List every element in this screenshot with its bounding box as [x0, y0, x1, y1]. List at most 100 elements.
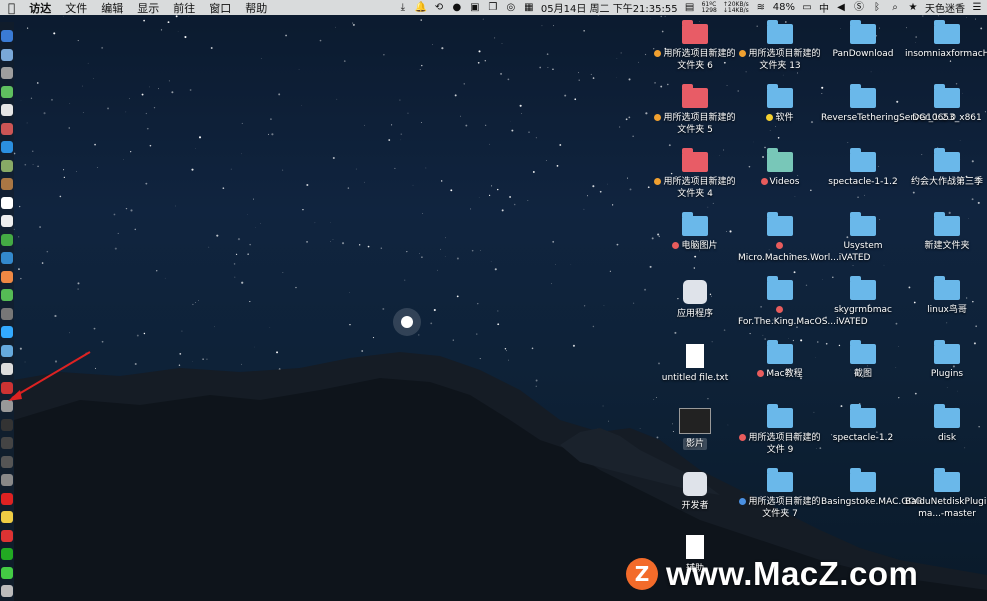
dock-app-icon[interactable] — [1, 344, 13, 357]
fan-speed: 1298 — [701, 6, 717, 14]
globe-icon[interactable]: ◎ — [505, 2, 517, 13]
desktop-item[interactable]: BaiduNetdiskPlugin-ma...-master — [905, 468, 987, 520]
menu-window[interactable]: 窗口 — [209, 0, 231, 16]
menu-go[interactable]: 前往 — [173, 0, 195, 16]
download-icon[interactable]: ⤓ — [397, 2, 409, 13]
dock-app-icon[interactable] — [1, 566, 13, 579]
sync-icon[interactable]: ⟲ — [433, 2, 445, 13]
window-icon[interactable]: ▤ — [684, 2, 696, 13]
desktop-item-label: Basingstoke.MAC.GOG — [821, 496, 922, 508]
net-down: ↓14KB/s — [722, 6, 749, 14]
dock-app-icon[interactable] — [1, 326, 13, 338]
dock-app-icon[interactable] — [1, 363, 13, 375]
desktop-item[interactable]: 用所选项目新建的文件 9 — [738, 404, 822, 456]
desktop-item[interactable]: 影片 — [653, 408, 737, 450]
menu-edit[interactable]: 编辑 — [101, 0, 123, 16]
datetime[interactable]: 05月14日 周二 下午21:35:55 — [541, 0, 678, 15]
menu-file[interactable]: 文件 — [65, 0, 87, 16]
input-method[interactable]: 中 — [819, 0, 829, 15]
desktop-item[interactable]: disk — [905, 404, 987, 444]
calendar-icon[interactable]: ▦ — [523, 2, 535, 13]
dock-app-icon[interactable] — [1, 585, 13, 597]
dock-app-icon[interactable] — [1, 529, 13, 542]
desktop-item[interactable]: untitled file.txt — [653, 344, 737, 384]
dock-app-icon[interactable] — [1, 270, 13, 283]
desktop-item[interactable]: PanDownload — [821, 20, 905, 60]
desktop-item[interactable]: spectacle-1.2 — [821, 404, 905, 444]
dock-app-icon[interactable] — [1, 418, 13, 431]
desktop-item[interactable]: 用所选项目新建的文件夹 5 — [653, 84, 737, 136]
dock-app-icon[interactable] — [1, 400, 13, 412]
bell-icon[interactable]: 🔔 — [415, 2, 427, 13]
folder-icon — [682, 148, 708, 172]
dock-app-icon[interactable] — [1, 215, 13, 227]
desktop-item[interactable]: Plugins — [905, 340, 987, 380]
desktop-item[interactable]: 新建文件夹 — [905, 212, 987, 252]
dock-app-icon[interactable] — [1, 474, 13, 486]
dock-app-icon[interactable] — [1, 30, 13, 42]
battery-icon[interactable]: ▭ — [801, 2, 813, 13]
desktop-item[interactable]: DG10653_x861 — [905, 84, 987, 124]
dock-app-icon[interactable] — [1, 159, 13, 172]
dock-app-icon[interactable] — [1, 67, 13, 79]
dock-app-icon[interactable] — [1, 437, 13, 449]
desktop-item[interactable]: ReverseTetheringServer_1.2.0 — [821, 84, 956, 124]
dock-app-icon[interactable] — [1, 252, 13, 264]
bluetooth-icon[interactable]: ᛒ — [871, 2, 883, 13]
desktop-item[interactable]: 开发者 — [653, 472, 737, 512]
desktop-item[interactable]: spectacle-1-1.2 — [821, 148, 905, 188]
dock-app-icon[interactable] — [1, 289, 13, 301]
desktop-item[interactable]: 应用程序 — [653, 280, 737, 320]
app-s-icon[interactable]: Ⓢ — [853, 2, 865, 13]
desktop-item[interactable]: For.The.King.MacOS...iVATED — [738, 276, 868, 328]
crop-icon[interactable]: ▣ — [469, 2, 481, 13]
desktop-item[interactable]: 约会大作战第三季 — [905, 148, 987, 188]
battery-percent[interactable]: 48% — [773, 2, 795, 13]
user-name[interactable]: 天色迷香 — [925, 0, 965, 15]
desktop-item[interactable]: Basingstoke.MAC.GOG — [821, 468, 922, 508]
wifi-icon[interactable]: ≋ — [755, 2, 767, 13]
dock-app-icon[interactable] — [1, 85, 13, 98]
dock-app-icon[interactable] — [1, 48, 13, 61]
desktop-item[interactable]: Videos — [738, 148, 822, 188]
volume-icon[interactable]: ◀ — [835, 2, 847, 13]
dots-icon[interactable]: ● — [451, 2, 463, 13]
folder-icon — [767, 404, 793, 428]
dock-app-icon[interactable] — [1, 141, 13, 153]
desktop-item[interactable]: skygrmbmac — [821, 276, 905, 316]
dock-app-icon[interactable] — [1, 307, 13, 320]
dock-app-icon[interactable] — [1, 233, 13, 246]
desktop-item[interactable]: 截图 — [821, 340, 905, 380]
desktop-item[interactable]: 软件 — [738, 84, 822, 124]
desktop-item[interactable]: 电脑图片 — [653, 212, 737, 252]
menu-view[interactable]: 显示 — [137, 0, 159, 16]
dock-app-icon[interactable] — [1, 178, 13, 190]
apple-menu-icon[interactable]:  — [8, 1, 15, 15]
desktop-item[interactable]: linux鸟哥 — [905, 276, 987, 316]
network-stats[interactable]: ↑20KB/s ↓14KB/s — [722, 1, 749, 14]
desktop-item[interactable]: 用所选项目新建的文件夹 6 — [653, 20, 737, 72]
menu-help[interactable]: 帮助 — [245, 0, 267, 16]
clipboard-icon[interactable]: ❐ — [487, 2, 499, 13]
dock-app-icon[interactable] — [1, 455, 13, 468]
dock-app-icon[interactable] — [1, 548, 13, 560]
desktop-item[interactable]: 用所选项目新建的文件夹 7 — [738, 468, 822, 520]
list-icon[interactable]: ☰ — [971, 2, 983, 13]
dock-app-icon[interactable] — [1, 196, 13, 209]
desktop-item[interactable]: 用所选项目新建的文件夹 13 — [738, 20, 822, 72]
desktop-item[interactable]: insomniaxformacHHB_jb51 — [905, 20, 987, 60]
dock-app-icon[interactable] — [1, 511, 13, 523]
desktop-item[interactable]: 用所选项目新建的文件夹 4 — [653, 148, 737, 200]
desktop-item-label: skygrmbmac — [821, 304, 905, 316]
desktop-item[interactable]: Usystem — [821, 212, 905, 252]
system-stats[interactable]: 61ºC 1298 — [701, 1, 717, 14]
star-icon[interactable]: ★ — [907, 2, 919, 13]
dock-app-icon[interactable] — [1, 492, 13, 505]
dock-app-icon[interactable] — [1, 122, 13, 135]
desktop-item[interactable]: Micro.Machines.Worl...iVATED — [738, 212, 870, 264]
menu-app-name[interactable]: 访达 — [29, 0, 51, 16]
dock-app-icon[interactable] — [1, 381, 13, 394]
dock-app-icon[interactable] — [1, 104, 13, 116]
desktop-item[interactable]: Mac教程 — [738, 340, 822, 380]
search-icon[interactable]: ⌕ — [889, 2, 901, 13]
